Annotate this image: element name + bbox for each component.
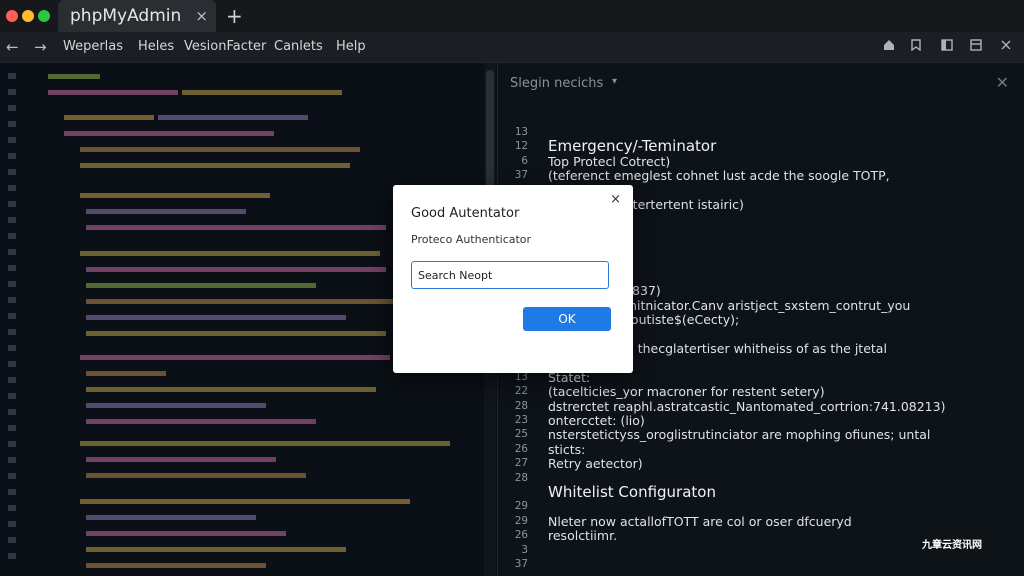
minimize-window-button[interactable] (22, 10, 34, 22)
menu-item-vesionfacter[interactable]: VesionFacter (184, 39, 266, 54)
menu-item-help[interactable]: Help (336, 39, 366, 54)
menu-item-weperlas[interactable]: Weperlas (63, 39, 123, 54)
tab-title: phpMyAdmin (70, 6, 182, 26)
close-icon[interactable]: ✕ (996, 73, 1009, 92)
line-number: 28 (514, 470, 528, 484)
panel-line: resolctiimr. (548, 528, 618, 544)
menu-bar: ← → Weperlas Heles VesionFacter Canlets … (0, 32, 1024, 63)
panel-line: Retry aetector) (548, 456, 643, 472)
forward-icon[interactable]: → (34, 38, 47, 56)
line-number: 22 (514, 384, 528, 398)
line-number: 12 (514, 139, 528, 153)
extensions-icon[interactable] (1000, 39, 1012, 55)
close-window-button[interactable] (6, 10, 18, 22)
panel-line: nsterstetictyss_oroglistrutinciator are … (548, 427, 931, 443)
line-number: 37 (514, 168, 528, 182)
dialog-subtitle: Proteco Authenticator (411, 233, 532, 246)
authenticator-dialog: Good Autentator × Proteco Authenticator … (393, 185, 633, 373)
line-number: 37 (514, 557, 528, 570)
menu-item-canlets[interactable]: Canlets (274, 39, 323, 54)
line-number: 13 (514, 125, 528, 138)
watermark: 九章云资讯网 (922, 540, 982, 551)
line-number: 29 (514, 499, 528, 513)
line-number: 23 (514, 413, 528, 426)
title-bar: phpMyAdmin × + (0, 0, 1024, 32)
panel-line: (tacelticies_yor macroner for restent se… (548, 384, 825, 400)
panel-line: dstrerctet reaphl.astratcastic_Nantomate… (548, 398, 946, 414)
line-number: 27 (514, 456, 528, 470)
panel-header: Slegin necichs ▾ ✕ (498, 63, 1024, 103)
search-input[interactable] (411, 261, 609, 289)
line-number: 29 (514, 513, 528, 527)
panel-line: (teferenct emeglest cohnet lust acde the… (548, 168, 890, 184)
line-number: 26 (514, 528, 528, 542)
section-heading: Whitelist Configuraton (548, 483, 716, 501)
line-number: 3 (521, 542, 528, 556)
bookmark-icon[interactable] (910, 39, 922, 55)
back-icon[interactable]: ← (6, 38, 19, 56)
panel-title[interactable]: Slegin necichs (510, 76, 603, 91)
panel-line: sticts: (548, 441, 586, 457)
new-tab-icon[interactable]: + (226, 4, 243, 28)
panel-icon[interactable] (941, 39, 953, 55)
layout-icon[interactable] (970, 39, 982, 55)
panel-line: Nleter now actallofTOTT are col or oser … (548, 513, 852, 529)
line-number: 6 (521, 153, 528, 167)
dialog-close-icon[interactable]: × (610, 192, 621, 207)
chevron-down-icon[interactable]: ▾ (612, 76, 617, 87)
panel-line: ontercctet: (lio) (548, 413, 645, 428)
panel-line: Top Protecl Cotrect) (548, 153, 671, 169)
line-number: 28 (514, 398, 528, 412)
tab-close-icon[interactable]: × (195, 7, 208, 25)
dialog-title: Good Autentator (411, 206, 520, 221)
maximize-window-button[interactable] (38, 10, 50, 22)
ok-button[interactable]: OK (523, 307, 611, 331)
line-number: 26 (514, 441, 528, 455)
home-icon[interactable] (883, 39, 895, 55)
menu-item-heles[interactable]: Heles (138, 39, 174, 54)
section-heading: Emergency/-Teminator (548, 137, 717, 156)
line-number: 25 (514, 427, 528, 441)
tab-phpmyadmin[interactable]: phpMyAdmin × (58, 0, 216, 32)
